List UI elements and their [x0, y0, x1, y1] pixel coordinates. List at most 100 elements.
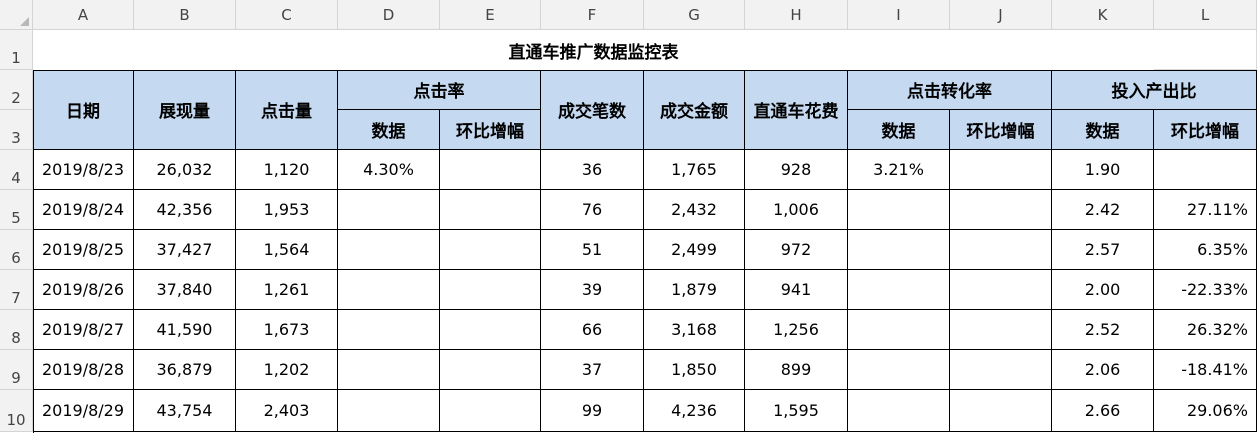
- table-cell-f5[interactable]: 76: [541, 190, 644, 230]
- header-roi-group[interactable]: 投入产出比: [1052, 70, 1257, 110]
- table-cell-f8[interactable]: 66: [541, 310, 644, 350]
- table-cell-a5[interactable]: 2019/8/24: [33, 190, 134, 230]
- table-cell-d7[interactable]: [338, 270, 440, 310]
- column-header-i[interactable]: I: [848, 0, 950, 30]
- table-cell-c10[interactable]: 2,403: [236, 390, 338, 432]
- header-date[interactable]: 日期: [33, 70, 134, 150]
- table-cell-l7[interactable]: -22.33%: [1154, 270, 1257, 310]
- header-revenue[interactable]: 成交金额: [644, 70, 745, 150]
- table-cell-f10[interactable]: 99: [541, 390, 644, 432]
- header-orders[interactable]: 成交笔数: [541, 70, 644, 150]
- table-cell-h6[interactable]: 972: [745, 230, 848, 270]
- table-cell-i10[interactable]: [848, 390, 950, 432]
- table-cell-j10[interactable]: [950, 390, 1052, 432]
- header-cvr-group[interactable]: 点击转化率: [848, 70, 1052, 110]
- table-cell-j7[interactable]: [950, 270, 1052, 310]
- table-cell-e8[interactable]: [440, 310, 541, 350]
- column-header-b[interactable]: B: [134, 0, 236, 30]
- row-header-8[interactable]: 8: [0, 310, 33, 350]
- table-cell-h10[interactable]: 1,595: [745, 390, 848, 432]
- table-cell-e7[interactable]: [440, 270, 541, 310]
- table-cell-b6[interactable]: 37,427: [134, 230, 236, 270]
- header-clicks[interactable]: 点击量: [236, 70, 338, 150]
- table-cell-b10[interactable]: 43,754: [134, 390, 236, 432]
- column-header-j[interactable]: J: [950, 0, 1052, 30]
- table-cell-k9[interactable]: 2.06: [1052, 350, 1154, 390]
- table-cell-j8[interactable]: [950, 310, 1052, 350]
- column-header-h[interactable]: H: [745, 0, 848, 30]
- header-roi-change[interactable]: 环比增幅: [1154, 110, 1257, 150]
- table-cell-a6[interactable]: 2019/8/25: [33, 230, 134, 270]
- table-cell-g5[interactable]: 2,432: [644, 190, 745, 230]
- select-all-corner[interactable]: [0, 0, 33, 30]
- table-cell-j4[interactable]: [950, 150, 1052, 190]
- table-cell-b5[interactable]: 42,356: [134, 190, 236, 230]
- table-cell-d9[interactable]: [338, 350, 440, 390]
- table-cell-g10[interactable]: 4,236: [644, 390, 745, 432]
- table-cell-d8[interactable]: [338, 310, 440, 350]
- header-ctr-group[interactable]: 点击率: [338, 70, 541, 110]
- table-cell-l5[interactable]: 27.11%: [1154, 190, 1257, 230]
- table-cell-f4[interactable]: 36: [541, 150, 644, 190]
- table-cell-b4[interactable]: 26,032: [134, 150, 236, 190]
- table-cell-a8[interactable]: 2019/8/27: [33, 310, 134, 350]
- table-cell-b7[interactable]: 37,840: [134, 270, 236, 310]
- table-cell-h8[interactable]: 1,256: [745, 310, 848, 350]
- column-header-d[interactable]: D: [338, 0, 440, 30]
- row-header-7[interactable]: 7: [0, 270, 33, 310]
- header-impressions[interactable]: 展现量: [134, 70, 236, 150]
- table-cell-g8[interactable]: 3,168: [644, 310, 745, 350]
- column-header-l[interactable]: L: [1154, 0, 1257, 30]
- table-cell-e6[interactable]: [440, 230, 541, 270]
- cell-l1[interactable]: [1154, 30, 1257, 70]
- table-cell-g9[interactable]: 1,850: [644, 350, 745, 390]
- table-cell-i5[interactable]: [848, 190, 950, 230]
- table-cell-h7[interactable]: 941: [745, 270, 848, 310]
- table-cell-k10[interactable]: 2.66: [1052, 390, 1154, 432]
- table-cell-l9[interactable]: -18.41%: [1154, 350, 1257, 390]
- header-ctr-data[interactable]: 数据: [338, 110, 440, 150]
- table-cell-k4[interactable]: 1.90: [1052, 150, 1154, 190]
- table-cell-b8[interactable]: 41,590: [134, 310, 236, 350]
- table-cell-h9[interactable]: 899: [745, 350, 848, 390]
- table-cell-i9[interactable]: [848, 350, 950, 390]
- table-cell-f6[interactable]: 51: [541, 230, 644, 270]
- table-cell-f9[interactable]: 37: [541, 350, 644, 390]
- table-cell-l8[interactable]: 26.32%: [1154, 310, 1257, 350]
- row-header-1[interactable]: 1: [0, 30, 33, 70]
- table-cell-j6[interactable]: [950, 230, 1052, 270]
- table-cell-j5[interactable]: [950, 190, 1052, 230]
- row-header-6[interactable]: 6: [0, 230, 33, 270]
- table-cell-g7[interactable]: 1,879: [644, 270, 745, 310]
- table-cell-k7[interactable]: 2.00: [1052, 270, 1154, 310]
- table-cell-e4[interactable]: [440, 150, 541, 190]
- header-spend[interactable]: 直通车花费: [745, 70, 848, 150]
- table-cell-h4[interactable]: 928: [745, 150, 848, 190]
- table-cell-a4[interactable]: 2019/8/23: [33, 150, 134, 190]
- table-cell-c9[interactable]: 1,202: [236, 350, 338, 390]
- row-header-3[interactable]: 3: [0, 110, 33, 150]
- table-cell-c8[interactable]: 1,673: [236, 310, 338, 350]
- row-header-4[interactable]: 4: [0, 150, 33, 190]
- row-header-2[interactable]: 2: [0, 70, 33, 110]
- table-cell-g6[interactable]: 2,499: [644, 230, 745, 270]
- table-cell-i6[interactable]: [848, 230, 950, 270]
- table-cell-e10[interactable]: [440, 390, 541, 432]
- header-cvr-change[interactable]: 环比增幅: [950, 110, 1052, 150]
- table-cell-g4[interactable]: 1,765: [644, 150, 745, 190]
- table-cell-a9[interactable]: 2019/8/28: [33, 350, 134, 390]
- table-cell-c5[interactable]: 1,953: [236, 190, 338, 230]
- row-header-10[interactable]: 10: [0, 390, 33, 432]
- table-cell-l4[interactable]: [1154, 150, 1257, 190]
- column-header-k[interactable]: K: [1052, 0, 1154, 30]
- column-header-f[interactable]: F: [541, 0, 644, 30]
- table-cell-e9[interactable]: [440, 350, 541, 390]
- table-cell-a7[interactable]: 2019/8/26: [33, 270, 134, 310]
- table-cell-k5[interactable]: 2.42: [1052, 190, 1154, 230]
- table-cell-h5[interactable]: 1,006: [745, 190, 848, 230]
- table-cell-i8[interactable]: [848, 310, 950, 350]
- table-cell-l6[interactable]: 6.35%: [1154, 230, 1257, 270]
- table-cell-d4[interactable]: 4.30%: [338, 150, 440, 190]
- table-cell-j9[interactable]: [950, 350, 1052, 390]
- table-cell-i4[interactable]: 3.21%: [848, 150, 950, 190]
